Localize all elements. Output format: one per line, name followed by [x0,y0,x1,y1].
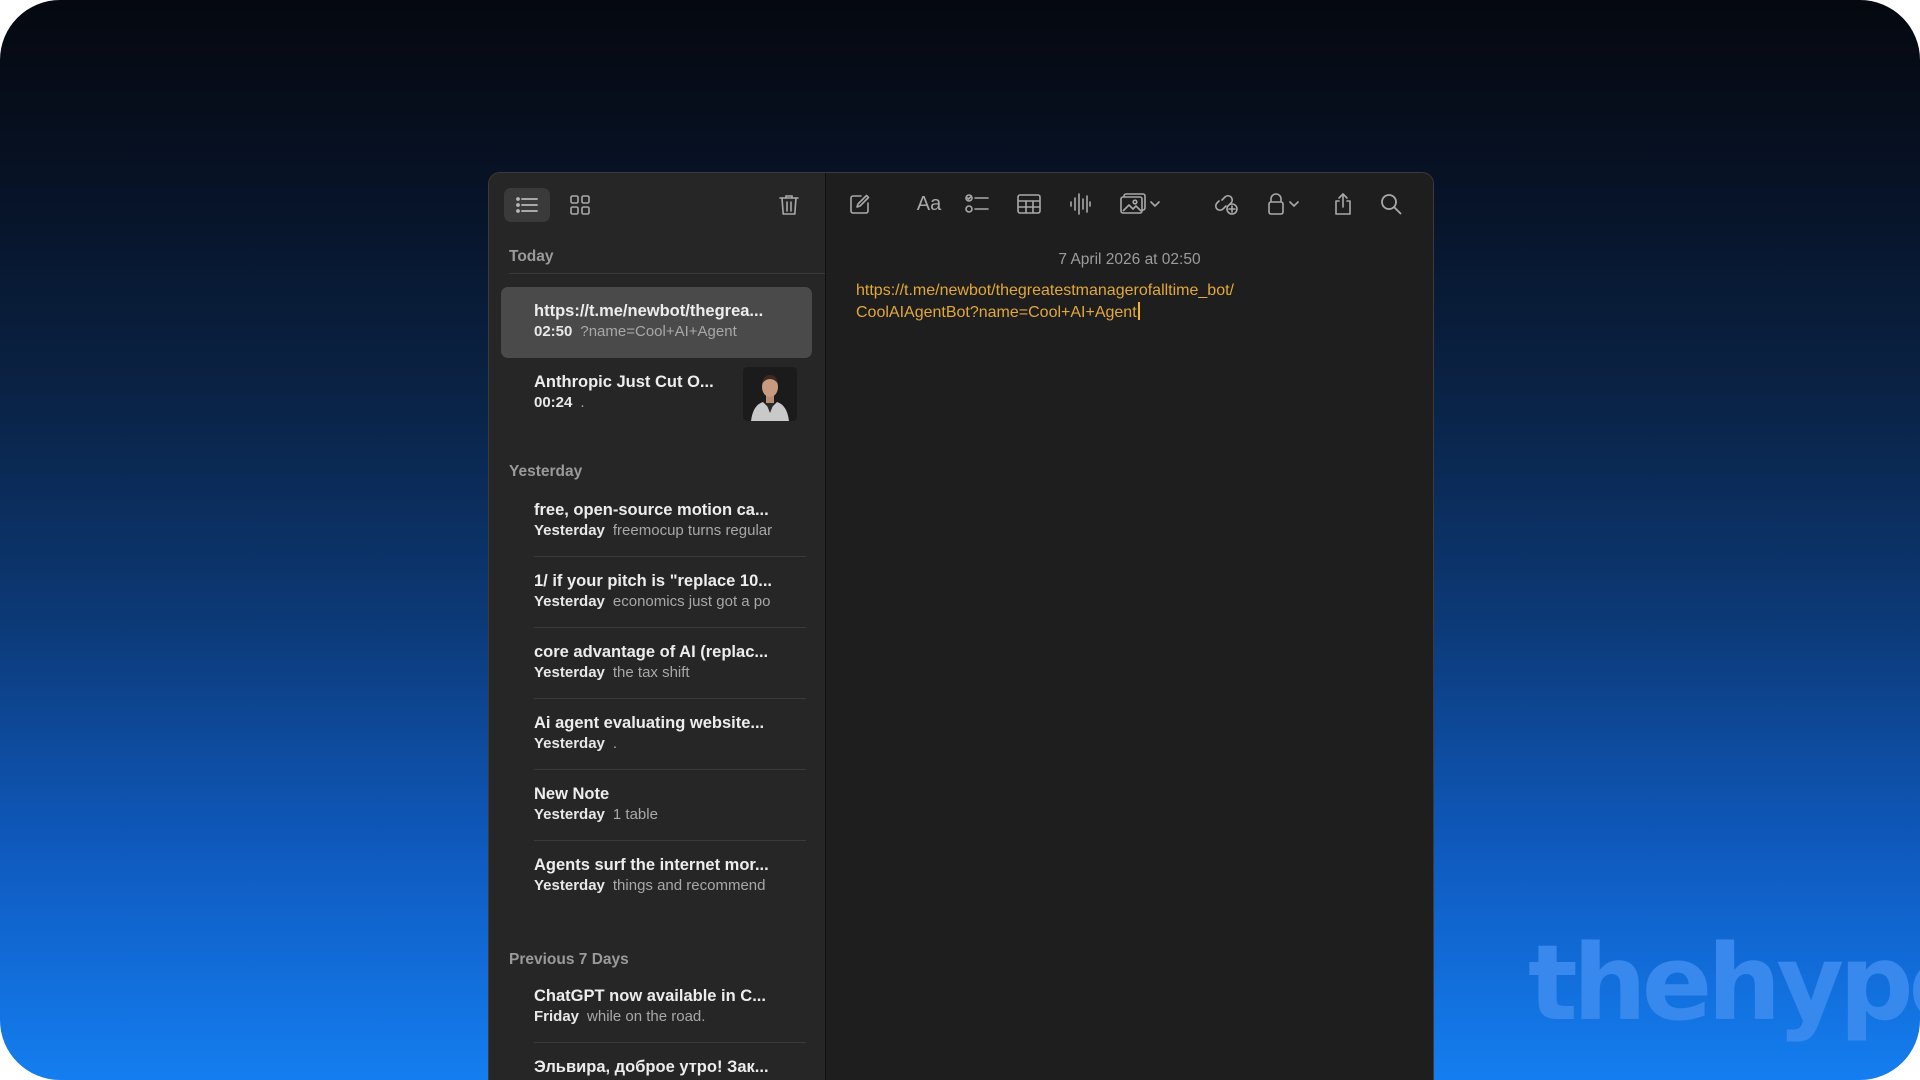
section-header-previous-7-days: Previous 7 Days [509,951,629,968]
note-body-text: CoolAIAgentBot?name=Cool+AI+Agent [856,304,1137,321]
sidebar-toolbar [489,173,825,235]
compose-button[interactable] [840,185,880,223]
note-preview: while on the road. [587,1008,706,1025]
gallery-view-icon [570,195,590,215]
note-subtitle: Yesterday 1 table [534,806,792,823]
note-preview: the tax shift [612,664,690,681]
note-title: New Note [534,785,610,803]
person-photo-icon [743,367,797,421]
lock-icon [1268,193,1284,215]
delete-note-button[interactable] [769,187,809,223]
format-text-icon: Aa [916,192,942,215]
search-icon [1381,194,1402,215]
note-preview: things and recommend [612,877,766,894]
note-time: Yesterday [534,593,605,610]
note-title: core advantage of AI (replac... [534,643,769,661]
audio-icon [1070,193,1091,215]
thehype-logo: thehype. [1528,922,1920,1044]
note-title: 1/ if your pitch is "replace 10... [534,572,772,590]
media-icon [1120,193,1146,214]
note-item[interactable]: core advantage of AI (replac... Yesterda… [501,628,812,699]
notes-window: Today https://t.me/newbot/thegrea... 02:… [488,172,1434,1080]
note-subtitle: 00:24. [534,394,724,411]
checklist-button[interactable] [957,185,997,223]
note-preview: 1 table [612,806,658,823]
note-item[interactable]: Anthropic Just Cut O... 00:24. [501,358,812,429]
note-item-selected[interactable]: https://t.me/newbot/thegrea... 02:50 ?nam… [501,287,812,358]
note-body-line: CoolAIAgentBot?name=Cool+AI+Agent [856,302,1416,324]
desktop-background: Today https://t.me/newbot/thegrea... 02:… [0,0,1920,1080]
note-subtitle: Yesterday economics just got a po [534,593,792,610]
note-item[interactable]: Эльвира, доброе утро! Зак... [501,1043,812,1080]
note-title: Эльвира, доброе утро! Зак... [534,1058,769,1076]
note-time: Yesterday [534,806,605,823]
note-subtitle: 02:50 ?name=Cool+AI+Agent [534,323,792,340]
note-preview: . [612,735,618,752]
search-button[interactable] [1371,185,1411,223]
section-header-today: Today [509,248,554,265]
table-icon [1017,194,1041,214]
media-button[interactable] [1112,185,1168,223]
format-text-button[interactable]: Aa [906,185,952,223]
note-preview: ?name=Cool+AI+Agent [580,323,737,340]
list-view-button[interactable] [504,188,550,222]
section-header-yesterday: Yesterday [509,463,583,480]
collaborate-icon [1214,194,1238,215]
note-body-line: https://t.me/newbot/thegreatestmanagerof… [856,282,1234,299]
note-title: Ai agent evaluating website... [534,714,765,732]
note-time: Yesterday [534,522,605,539]
gallery-view-button[interactable] [557,188,603,222]
table-button[interactable] [1009,185,1049,223]
note-subtitle: Yesterday the tax shift [534,664,792,681]
note-item[interactable]: Agents surf the internet mor... Yesterda… [501,841,812,912]
share-icon [1335,193,1351,215]
note-time: Yesterday [534,877,605,894]
chevron-down-icon [1289,200,1299,207]
editor-toolbar: Aa [826,173,1433,235]
note-item[interactable]: 1/ if your pitch is "replace 10... Yeste… [501,557,812,628]
collaborate-button[interactable] [1206,185,1246,223]
notes-sidebar: Today https://t.me/newbot/thegrea... 02:… [489,173,826,1080]
chevron-down-icon [1150,200,1160,207]
section-divider [509,273,825,274]
note-subtitle: Yesterday freemocup turns regular [534,522,792,539]
note-date: 7 April 2026 at 02:50 [1058,251,1201,268]
note-time: 00:24 [534,394,573,411]
compose-icon [850,194,870,214]
share-button[interactable] [1323,185,1363,223]
note-title: ChatGPT now available in C... [534,987,766,1005]
note-time: Friday [534,1008,580,1025]
note-subtitle: Yesterday things and recommend [534,877,792,894]
note-time: Yesterday [534,664,605,681]
note-title: Anthropic Just Cut O... [534,373,714,391]
note-preview: economics just got a po [612,593,771,610]
text-cursor [1137,302,1140,320]
list-view-icon [516,197,538,213]
checklist-icon [965,194,989,213]
note-editor: Aa 7 April 2026 at 02:50 https://t.me/ne… [826,173,1433,1080]
note-title: free, open-source motion ca... [534,501,769,519]
note-item[interactable]: free, open-source motion ca... Yesterday… [501,486,812,557]
note-subtitle: Yesterday. [534,735,792,752]
note-item[interactable]: ChatGPT now available in C... Friday whil… [501,972,812,1043]
audio-record-button[interactable] [1060,185,1100,223]
note-title: Agents surf the internet mor... [534,856,769,874]
note-item[interactable]: New Note Yesterday 1 table [501,770,812,841]
note-thumbnail [743,367,797,421]
note-time: 02:50 [534,323,573,340]
trash-icon [779,195,799,215]
note-body[interactable]: https://t.me/newbot/thegreatestmanagerof… [856,280,1416,324]
lock-button[interactable] [1258,185,1308,223]
note-title: https://t.me/newbot/thegrea... [534,302,764,320]
note-subtitle: Friday while on the road. [534,1008,792,1025]
note-time: Yesterday [534,735,605,752]
note-item[interactable]: Ai agent evaluating website... Yesterday… [501,699,812,770]
note-preview: . [580,394,585,411]
note-preview: freemocup turns regular [612,522,773,539]
